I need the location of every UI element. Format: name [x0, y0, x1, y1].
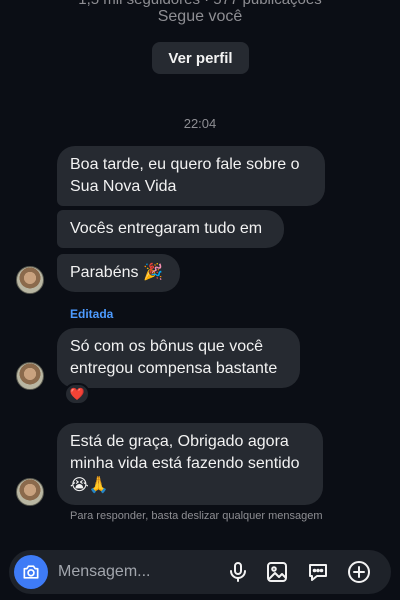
edited-label: Editada: [70, 307, 114, 321]
avatar[interactable]: [16, 362, 44, 390]
message-composer: Mensagem...: [9, 550, 391, 594]
camera-button[interactable]: [14, 555, 48, 589]
swipe-reply-hint: Para responder, basta deslizar qualquer …: [70, 510, 323, 522]
message-bubble[interactable]: Só com os bônus que você entregou compen…: [57, 328, 300, 388]
add-icon[interactable]: [347, 560, 371, 584]
message-bubble[interactable]: Vocês entregaram tudo em: [57, 210, 284, 248]
message-timestamp: 22:04: [183, 116, 217, 131]
message-input[interactable]: Mensagem...: [58, 563, 150, 581]
heart-reaction[interactable]: ❤️: [64, 383, 90, 405]
camera-icon: [23, 565, 39, 579]
avatar[interactable]: [16, 478, 44, 506]
message-bubble[interactable]: Parabéns 🎉: [57, 254, 180, 292]
avatar[interactable]: [16, 266, 44, 294]
microphone-icon[interactable]: [226, 560, 250, 584]
message-bubble[interactable]: Está de graça, Obrigado agora minha vida…: [57, 423, 323, 505]
sticker-icon[interactable]: [306, 560, 330, 584]
follows-you-label: Segue você: [157, 8, 243, 25]
profile-stats: 1,5 mil seguidores · 577 publicações: [0, 0, 400, 8]
message-bubble[interactable]: Boa tarde, eu quero fale sobre o Sua Nov…: [57, 146, 325, 206]
image-icon[interactable]: [265, 560, 289, 584]
view-profile-button[interactable]: Ver perfil: [152, 42, 249, 74]
